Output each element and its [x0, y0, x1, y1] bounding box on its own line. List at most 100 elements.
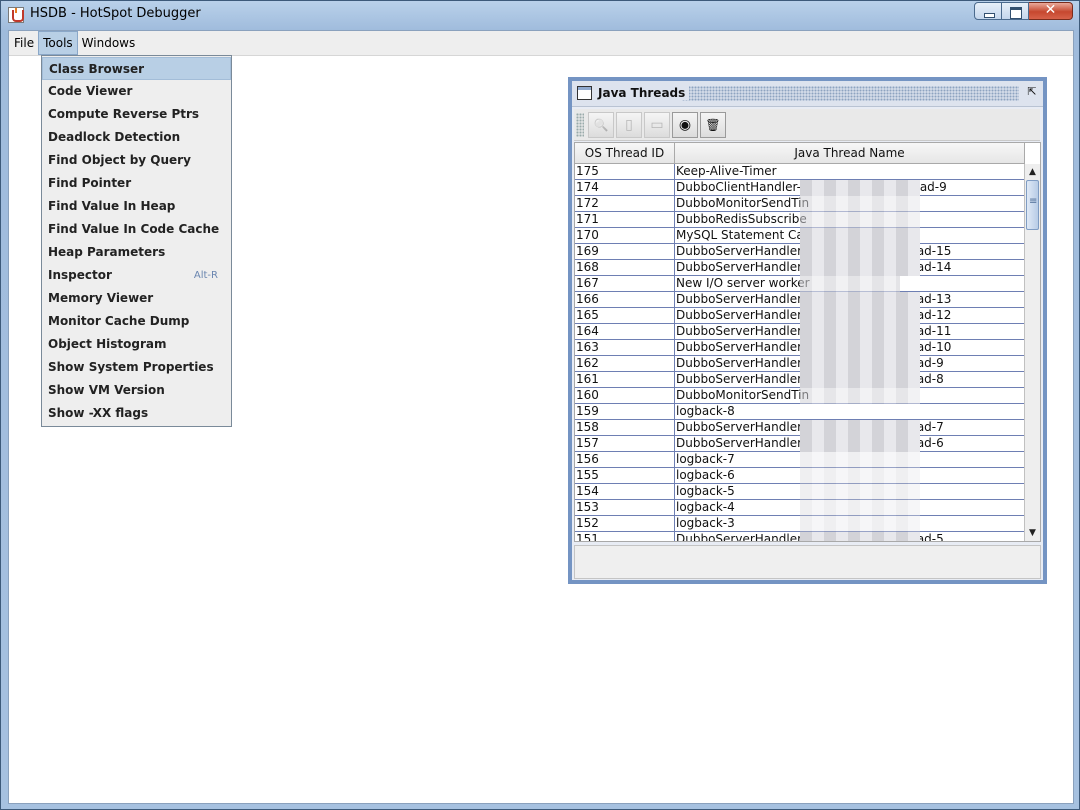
memory-icon: ▭ [650, 117, 664, 133]
menu-item-find-value-in-code-cache[interactable]: Find Value In Code Cache [42, 218, 231, 241]
table-row[interactable]: 175 Keep-Alive-Timer [575, 164, 1025, 180]
menu-file[interactable]: File [10, 31, 38, 55]
menu-item-label: Find Pointer [48, 176, 132, 190]
menu-item-label: Find Value In Code Cache [48, 222, 220, 236]
menu-item-label: Memory Viewer [48, 291, 154, 305]
cell-os-thread-id: 174 [575, 180, 675, 195]
menu-item-class-browser[interactable]: Class Browser [42, 57, 231, 80]
cell-java-thread-name: Keep-Alive-Timer [676, 164, 777, 178]
toolbar-grip-icon[interactable] [576, 113, 584, 137]
redaction-blur [800, 228, 920, 276]
menu-item-code-viewer[interactable]: Code Viewer [42, 80, 231, 103]
redaction-blur [800, 292, 920, 388]
menu-item-label: Class Browser [49, 62, 145, 76]
cell-os-thread-id: 154 [575, 484, 675, 499]
menu-item-show-vm-version[interactable]: Show VM Version [42, 379, 231, 402]
scroll-thumb[interactable] [1026, 180, 1039, 230]
cell-os-thread-id: 171 [575, 212, 675, 227]
menu-item-label: Show System Properties [48, 360, 214, 374]
menu-item-label: Heap Parameters [48, 245, 166, 259]
menu-item-deadlock-detection[interactable]: Deadlock Detection [42, 126, 231, 149]
menu-item-label: Find Value In Heap [48, 199, 176, 213]
table-header: OS Thread ID Java Thread Name [575, 143, 1025, 164]
delete-button[interactable]: 🗑 [700, 112, 726, 138]
find-crashes-icon: ◉ [678, 117, 692, 133]
inspector-accelerator: Alt-R [193, 270, 218, 281]
threads-toolbar: 🔍 ▯ ▭ ◉ 🗑 [574, 109, 1040, 141]
cell-os-thread-id: 175 [575, 164, 675, 179]
memory-button[interactable]: ▭ [644, 112, 670, 138]
tools-dropdown: Class Browser Code Viewer Compute Revers… [41, 55, 232, 427]
menu-item-memory-viewer[interactable]: Memory Viewer [42, 287, 231, 310]
menu-item-label: Compute Reverse Ptrs [48, 107, 200, 121]
menu-item-label: Show VM Version [48, 383, 165, 397]
menu-item-compute-reverse-ptrs[interactable]: Compute Reverse Ptrs [42, 103, 231, 126]
menu-item-label: Deadlock Detection [48, 130, 181, 144]
menu-item-label: Inspector [48, 268, 112, 282]
title-grip [682, 86, 1019, 101]
menu-bar: File Tools Windows [9, 31, 1073, 56]
scroll-down-icon[interactable]: ▼ [1025, 525, 1040, 541]
cell-os-thread-id: 172 [575, 196, 675, 211]
close-button[interactable]: ✕ [1029, 2, 1073, 20]
menu-item-find-pointer[interactable]: Find Pointer [42, 172, 231, 195]
trash-icon: 🗑 [705, 118, 721, 132]
cell-os-thread-id: 168 [575, 260, 675, 275]
window-controls: ✕ [974, 2, 1073, 22]
threads-table[interactable]: OS Thread ID Java Thread Name 175 Keep-Al… [574, 142, 1041, 542]
menu-item-label: Find Object by Query [48, 153, 191, 167]
menu-item-monitor-cache-dump[interactable]: Monitor Cache Dump [42, 310, 231, 333]
column-header-java-thread-name[interactable]: Java Thread Name [675, 143, 1025, 163]
window-title: HSDB - HotSpot Debugger [30, 6, 201, 21]
menu-item-heap-parameters[interactable]: Heap Parameters [42, 241, 231, 264]
scroll-up-icon[interactable]: ▲ [1025, 164, 1040, 180]
cell-os-thread-id: 151 [575, 532, 675, 541]
menu-item-label: Monitor Cache Dump [48, 314, 190, 328]
minimize-button[interactable] [974, 2, 1002, 20]
redaction-blur [800, 452, 920, 532]
java-app-icon [8, 7, 24, 23]
redaction-blur [800, 180, 920, 196]
cell-os-thread-id: 164 [575, 324, 675, 339]
cell-java-thread-name: logback-8 [676, 404, 735, 418]
restore-icon[interactable]: ⇱ [1025, 85, 1039, 99]
menu-item-label: Show -XX flags [48, 406, 149, 420]
menu-item-find-object-by-query[interactable]: Find Object by Query [42, 149, 231, 172]
maximize-button[interactable] [1002, 2, 1029, 20]
cell-os-thread-id: 158 [575, 420, 675, 435]
menu-item-inspector[interactable]: Inspector Alt-R [42, 264, 231, 287]
cell-os-thread-id: 161 [575, 372, 675, 387]
redaction-blur [800, 420, 920, 452]
stack-memory-button[interactable]: ▯ [616, 112, 642, 138]
cell-os-thread-id: 156 [575, 452, 675, 467]
cell-os-thread-id: 155 [575, 468, 675, 483]
menu-tools[interactable]: Tools [38, 31, 78, 55]
frame-window-icon [577, 86, 592, 100]
java-threads-title: Java Threads [598, 86, 690, 100]
menu-item-label: Object Histogram [48, 337, 167, 351]
cell-os-thread-id: 157 [575, 436, 675, 451]
title-bar[interactable]: HSDB - HotSpot Debugger ✕ [1, 1, 1079, 30]
column-header-os-thread-id[interactable]: OS Thread ID [575, 143, 675, 163]
cell-os-thread-id: 153 [575, 500, 675, 515]
menu-item-find-value-in-heap[interactable]: Find Value In Heap [42, 195, 231, 218]
cell-os-thread-id: 160 [575, 388, 675, 403]
hsdb-window: HSDB - HotSpot Debugger ✕ File Tools Win… [0, 0, 1080, 810]
cell-os-thread-id: 159 [575, 404, 675, 419]
table-row[interactable]: 159 logback-8 [575, 404, 1025, 420]
menu-item-show-system-properties[interactable]: Show System Properties [42, 356, 231, 379]
redaction-blur [800, 388, 920, 404]
threads-status-panel [574, 545, 1041, 579]
menu-item-show-xx-flags[interactable]: Show -XX flags [42, 402, 231, 425]
cell-os-thread-id: 166 [575, 292, 675, 307]
cell-os-thread-id: 169 [575, 244, 675, 259]
menu-windows[interactable]: Windows [78, 31, 140, 55]
vertical-scrollbar[interactable]: ▲ ▼ [1024, 164, 1040, 541]
inspect-thread-button[interactable]: 🔍 [588, 112, 614, 138]
find-crashes-button[interactable]: ◉ [672, 112, 698, 138]
cell-os-thread-id: 162 [575, 356, 675, 371]
cell-os-thread-id: 170 [575, 228, 675, 243]
menu-item-object-histogram[interactable]: Object Histogram [42, 333, 231, 356]
magnifier-icon: 🔍 [593, 118, 609, 132]
java-threads-title-bar[interactable]: Java Threads ⇱ [572, 81, 1043, 107]
